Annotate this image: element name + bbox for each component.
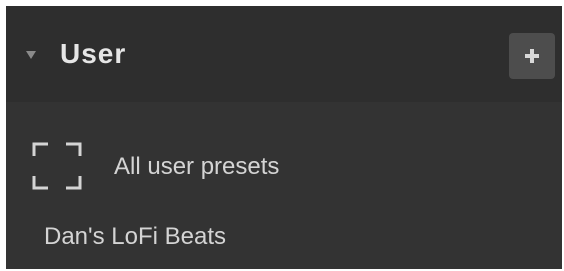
all-user-presets-item[interactable]: All user presets	[6, 126, 562, 202]
select-all-icon	[32, 142, 82, 190]
section-header[interactable]: User	[6, 6, 562, 102]
add-preset-button[interactable]	[509, 33, 555, 79]
section-title: User	[60, 38, 127, 69]
preset-item[interactable]: Dan's LoFi Beats	[44, 222, 226, 252]
all-user-presets-label: All user presets	[114, 153, 280, 180]
chevron-down-icon[interactable]	[26, 51, 36, 59]
user-presets-panel: User All user presets Dan's LoFi Beats	[6, 6, 562, 269]
